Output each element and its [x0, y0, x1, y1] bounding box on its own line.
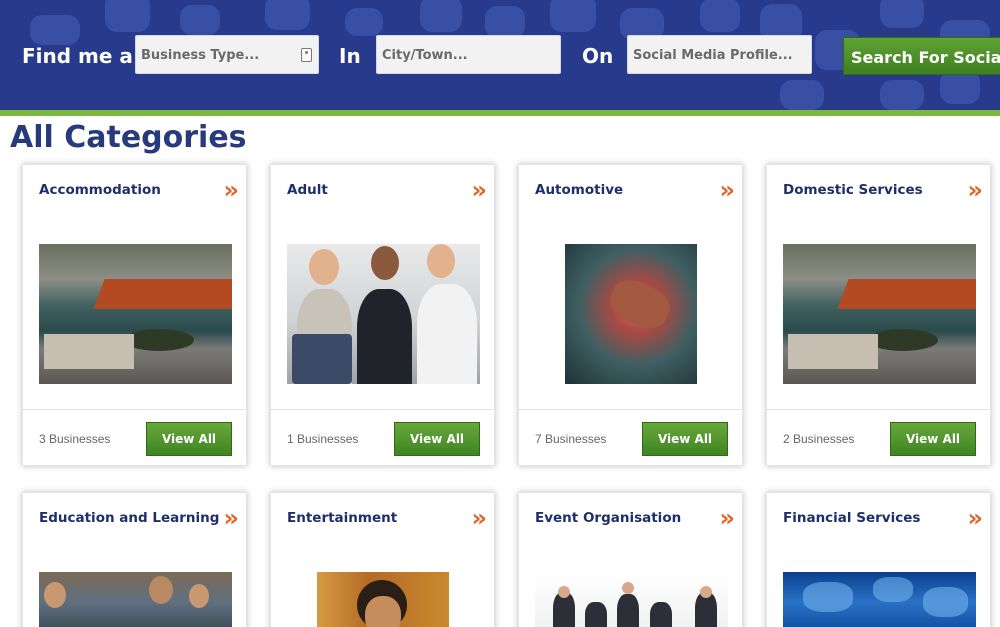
category-card-event-organisation: Event Organisation »: [518, 492, 743, 627]
double-chevron-right-icon[interactable]: »: [719, 504, 734, 532]
double-chevron-right-icon[interactable]: »: [719, 176, 734, 204]
category-card-adult: Adult » 1 Businesses View All: [270, 164, 495, 466]
category-title[interactable]: Event Organisation: [535, 510, 681, 526]
category-card-automotive: Automotive » 7 Businesses View All: [518, 164, 743, 466]
business-people-image: [535, 572, 728, 627]
business-count: 2 Businesses: [783, 432, 855, 446]
double-chevron-right-icon[interactable]: »: [223, 504, 238, 532]
in-label: In: [339, 44, 361, 68]
double-chevron-right-icon[interactable]: »: [471, 504, 486, 532]
category-card-entertainment: Entertainment »: [270, 492, 495, 627]
view-all-button[interactable]: View All: [890, 422, 976, 456]
header-green-stripe: [0, 110, 1000, 116]
page-title: All Categories: [10, 120, 247, 155]
on-label: On: [582, 44, 614, 68]
pool-resort-image: [783, 244, 976, 384]
search-header: Find me a Business Type... In City/Town.…: [0, 0, 1000, 110]
card-divider: [271, 409, 494, 410]
classroom-image: [39, 572, 232, 627]
city-town-placeholder: City/Town...: [382, 48, 468, 63]
category-card-financial-services: Financial Services »: [766, 492, 991, 627]
card-divider: [23, 409, 246, 410]
business-meeting-image: [287, 244, 480, 384]
business-count: 3 Businesses: [39, 432, 111, 446]
category-title[interactable]: Education and Learning: [39, 510, 219, 526]
business-type-placeholder: Business Type...: [141, 48, 260, 63]
business-count: 7 Businesses: [535, 432, 607, 446]
business-type-input[interactable]: Business Type...: [135, 35, 319, 74]
double-chevron-right-icon[interactable]: »: [967, 176, 982, 204]
view-all-button[interactable]: View All: [146, 422, 232, 456]
social-media-profile-placeholder: Social Media Profile...: [633, 48, 793, 63]
double-chevron-right-icon[interactable]: »: [967, 504, 982, 532]
social-media-profile-input[interactable]: Social Media Profile...: [627, 35, 812, 74]
card-divider: [519, 409, 742, 410]
double-chevron-right-icon[interactable]: »: [471, 176, 486, 204]
category-card-domestic-services: Domestic Services » 2 Businesses View Al…: [766, 164, 991, 466]
category-title[interactable]: Entertainment: [287, 510, 397, 526]
category-title[interactable]: Domestic Services: [783, 182, 923, 198]
category-card-education-and-learning: Education and Learning »: [22, 492, 247, 627]
performer-image: [317, 572, 449, 627]
view-all-button[interactable]: View All: [642, 422, 728, 456]
find-me-a-label: Find me a: [22, 44, 133, 68]
city-town-input[interactable]: City/Town...: [376, 35, 561, 74]
world-map-image: [783, 572, 976, 627]
category-title[interactable]: Adult: [287, 182, 328, 198]
category-card-accommodation: Accommodation » 3 Businesses View All: [22, 164, 247, 466]
category-title[interactable]: Automotive: [535, 182, 623, 198]
pool-resort-image: [39, 244, 232, 384]
spark-plug-image: [565, 244, 697, 384]
search-for-social-button[interactable]: Search For Social™: [843, 37, 1000, 75]
double-chevron-right-icon[interactable]: »: [223, 176, 238, 204]
view-all-button[interactable]: View All: [394, 422, 480, 456]
business-count: 1 Businesses: [287, 432, 359, 446]
card-divider: [767, 409, 990, 410]
category-title[interactable]: Financial Services: [783, 510, 920, 526]
category-title[interactable]: Accommodation: [39, 182, 161, 198]
contact-card-icon[interactable]: [301, 48, 312, 62]
